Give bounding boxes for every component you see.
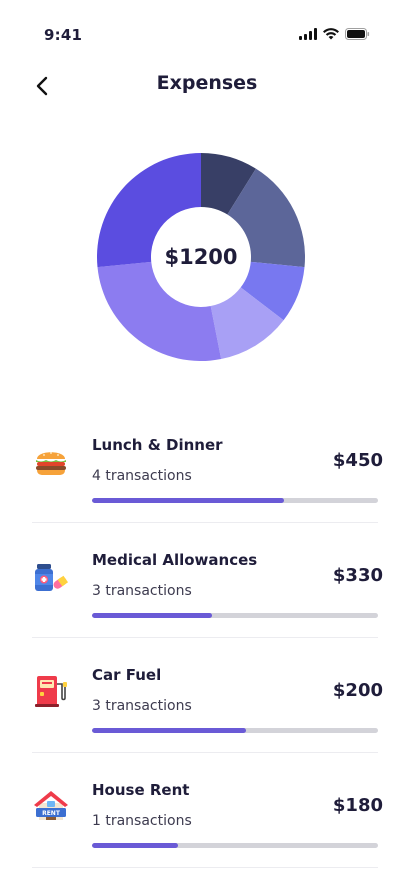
expenses-donut-chart: $1200	[90, 146, 312, 368]
fuel-pump-icon	[35, 676, 67, 707]
expense-list: Lunch & Dinner 4 transactions $450 Medic…	[32, 408, 383, 868]
expense-amount: $180	[332, 795, 383, 816]
expense-name: Car Fuel	[92, 666, 162, 684]
expense-count: 3 transactions	[92, 698, 192, 714]
medicine-icon	[35, 564, 69, 591]
expense-amount: $200	[332, 680, 383, 701]
donut-slice-6	[97, 153, 201, 268]
expense-progress-fill	[92, 843, 178, 848]
donut-svg	[97, 153, 305, 361]
expense-amount: $450	[332, 450, 383, 471]
wifi-icon	[323, 28, 339, 40]
expense-progress-fill	[92, 613, 213, 618]
expense-progress-track	[92, 498, 378, 503]
battery-icon	[345, 28, 370, 40]
expense-progress-fill	[92, 498, 284, 503]
status-icons	[299, 28, 370, 40]
expense-count: 1 transactions	[92, 813, 192, 829]
expense-progress-track	[92, 728, 378, 733]
expense-item-medical[interactable]: Medical Allowances 3 transactions $330	[32, 523, 383, 638]
status-time: 9:41	[44, 26, 83, 44]
status-bar: 9:41	[0, 0, 414, 70]
expense-count: 3 transactions	[92, 583, 192, 599]
expense-name: Lunch & Dinner	[92, 436, 223, 454]
house-rent-icon: RENT	[34, 791, 68, 820]
donut-slice-5	[97, 261, 222, 361]
expense-progress-fill	[92, 728, 247, 733]
svg-text:RENT: RENT	[42, 810, 61, 817]
page-title: Expenses	[156, 72, 258, 94]
burger-icon	[36, 452, 66, 475]
expense-count: 4 transactions	[92, 468, 192, 484]
expense-item-car-fuel[interactable]: Car Fuel 3 transactions $200	[32, 638, 383, 753]
expense-name: Medical Allowances	[92, 551, 258, 569]
expense-progress-track	[92, 843, 378, 848]
expense-item-lunch-dinner[interactable]: Lunch & Dinner 4 transactions $450	[32, 408, 383, 523]
signal-icon	[299, 28, 317, 40]
expense-item-house-rent[interactable]: RENT House Rent 1 transactions $180	[32, 753, 383, 868]
expense-amount: $330	[332, 565, 383, 586]
expense-name: House Rent	[92, 781, 190, 799]
expense-progress-track	[92, 613, 378, 618]
header: Expenses	[0, 70, 414, 102]
